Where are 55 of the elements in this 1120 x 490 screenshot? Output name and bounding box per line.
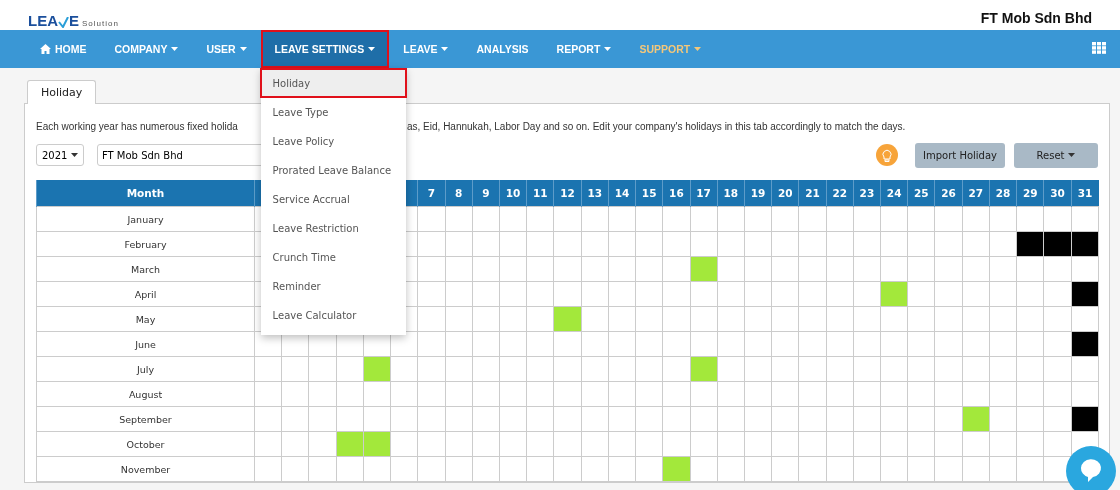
month-cell: August	[36, 381, 255, 407]
column-header: 9	[472, 180, 500, 207]
month-cell: June	[36, 331, 255, 357]
column-header: 29	[1016, 180, 1044, 207]
column-header: Month	[36, 180, 255, 207]
month-cell: March	[36, 256, 255, 282]
caret-icon	[71, 153, 78, 157]
month-cell: May	[36, 306, 255, 332]
toolbar-button[interactable]: Import Holiday	[915, 142, 1005, 168]
column-header: 14	[608, 180, 636, 207]
month-cell: September	[36, 406, 255, 432]
column-header: 11	[526, 180, 554, 207]
company-name: FT Mob Sdn Bhd	[980, 10, 1092, 28]
month-cell: October	[36, 431, 255, 457]
column-header: 8	[445, 180, 473, 207]
toolbar-button[interactable]: Reset	[1014, 142, 1098, 168]
column-header: 31	[1071, 180, 1099, 207]
column-header: 23	[853, 180, 881, 207]
nav-item[interactable]: LEAVE SETTINGS	[260, 30, 390, 68]
column-header: 18	[717, 180, 745, 207]
month-cell: February	[36, 231, 255, 257]
column-header: 28	[989, 180, 1017, 207]
apps-grid-icon[interactable]	[1092, 42, 1106, 54]
tab[interactable]: Holiday	[27, 80, 97, 104]
column-header: 21	[798, 180, 827, 207]
month-cell: November	[36, 456, 255, 482]
month-cell: January	[36, 206, 255, 232]
column-header: 16	[662, 180, 690, 207]
column-header: 24	[880, 180, 908, 207]
month-cell: April	[36, 281, 255, 307]
column-header: 25	[907, 180, 935, 207]
logo-text: LEA	[28, 13, 58, 28]
column-header: 20	[771, 180, 799, 207]
logo-text: E	[69, 13, 79, 28]
column-header: 12	[553, 180, 582, 207]
column-header: 27	[962, 180, 990, 207]
month-cell: July	[36, 356, 255, 382]
logo-tagline: Solution	[82, 20, 119, 28]
description-text: Each working year has numerous fixed holida	[36, 120, 238, 133]
lightbulb-icon[interactable]	[876, 144, 899, 166]
column-header: 15	[635, 180, 663, 207]
column-header: 26	[934, 180, 963, 207]
column-header: 10	[499, 180, 527, 207]
column-header: 30	[1043, 180, 1072, 207]
home-icon	[40, 44, 51, 54]
menu-item[interactable]: Holiday	[261, 70, 405, 96]
column-header: 22	[826, 180, 854, 207]
column-header: 13	[581, 180, 609, 207]
column-header: 17	[690, 180, 718, 207]
column-header: 7	[417, 180, 446, 207]
checkmark-icon	[58, 17, 69, 28]
chat-icon[interactable]	[1066, 446, 1116, 490]
year-select[interactable]: 2021	[36, 144, 84, 166]
column-header: 19	[744, 180, 772, 207]
description-text: as, Eid, Hannukah, Labor Day and so on. Edit your company's holidays in this tab accordingly to match the days.	[407, 120, 906, 133]
